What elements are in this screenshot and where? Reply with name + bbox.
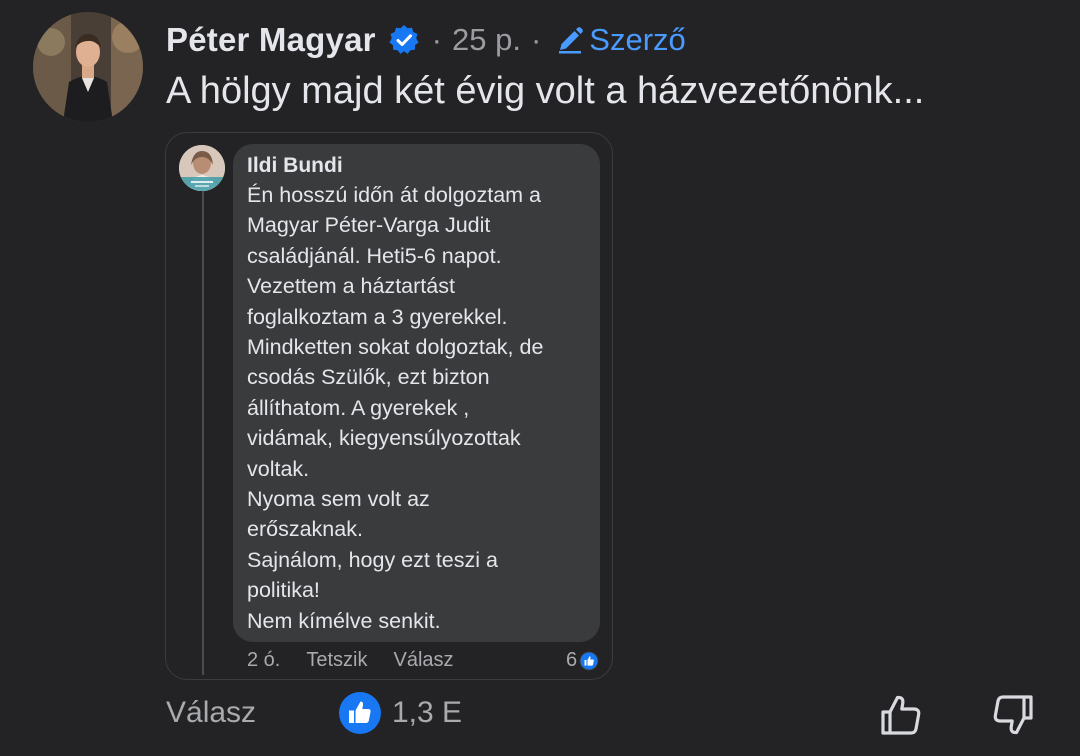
post-text: A hölgy majd két évig volt a házvezetőnö… [166,70,925,112]
commenter-photo [179,145,225,191]
post-reaction-summary[interactable]: 1,3 E [338,691,462,735]
comment-timestamp[interactable]: 2 ó. [247,649,280,672]
commenter-name[interactable]: Ildi Bundi [247,152,586,180]
thread-line [202,191,204,675]
author-avatar[interactable] [33,12,143,122]
post-timestamp[interactable]: 25 p. [452,22,521,58]
like-reaction-icon [579,651,599,670]
comment-actions: 2 ó. Tetszik Válasz [247,649,454,672]
meta-separator: · [530,22,542,57]
verified-badge-icon [389,25,419,54]
thumbs-down-outline-icon[interactable] [990,692,1036,738]
comment-reaction-count: 6 [566,649,578,671]
author-role-badge: Szerző [555,22,686,58]
thumbs-up-outline-icon[interactable] [878,692,924,738]
reply-button[interactable]: Válasz [166,696,256,730]
commenter-avatar[interactable] [179,145,225,191]
reaction-count: 1,3 E [392,696,463,729]
like-reaction-icon [339,692,381,734]
shared-comment-card[interactable]: Ildi Bundi Én hosszú időn át dolgoztam a… [165,132,613,680]
post-header: Péter Magyar · 25 p. · Szerző [166,18,686,62]
comment-reaction-summary[interactable]: 6 [566,649,599,672]
role-label: Szerző [589,22,686,57]
comment-text: Én hosszú időn át dolgoztam a Magyar Pét… [247,183,544,633]
comment-bubble: Ildi Bundi Én hosszú időn át dolgoztam a… [233,144,600,642]
author-name[interactable]: Péter Magyar [166,21,376,59]
meta-separator: · [431,22,442,57]
author-photo [33,12,143,122]
pencil-icon [559,27,584,54]
comment-reply-button[interactable]: Válasz [393,649,453,672]
comment-like-button[interactable]: Tetszik [306,649,367,672]
